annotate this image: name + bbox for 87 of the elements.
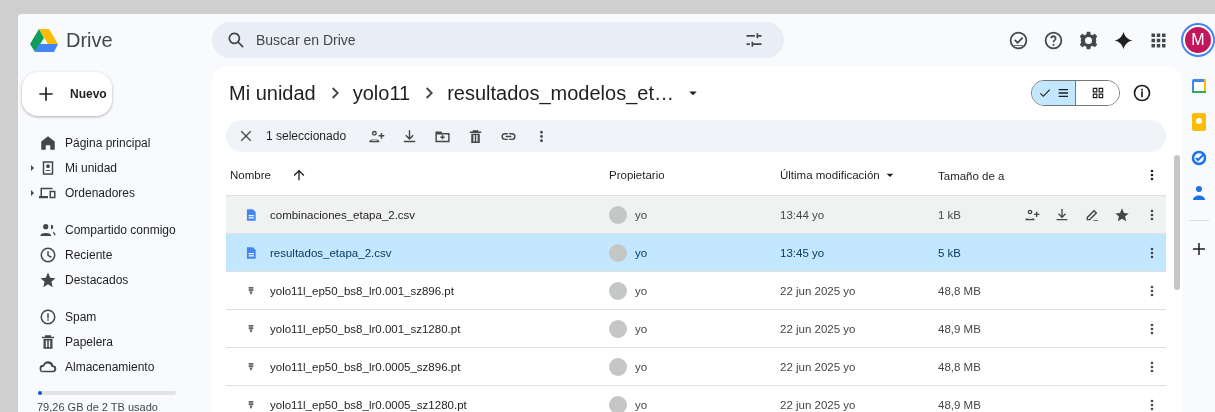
owner-name: yo (635, 398, 648, 411)
file-row[interactable]: yolo11l_ep50_bs8_lr0.0005_sz896.pt yo 22 jun 2025 yo 48,8 MB (226, 348, 1166, 386)
scrollbar[interactable] (1174, 155, 1180, 290)
sparkle-icon[interactable] (1113, 29, 1134, 51)
settings-icon[interactable] (1078, 29, 1099, 51)
plus-icon (36, 84, 56, 104)
breadcrumb-item[interactable]: resultados_modelos_et… (447, 81, 674, 105)
download-icon[interactable] (1054, 206, 1070, 223)
close-icon[interactable] (238, 128, 254, 144)
owner-avatar (609, 243, 627, 262)
nav-item[interactable]: Compartido conmigo (22, 217, 212, 242)
file-row[interactable]: resultados_etapa_2.csv yo 13:45 yo 5 kB (226, 234, 1166, 272)
breadcrumb-item[interactable]: Mi unidad (229, 81, 316, 105)
nav-item[interactable]: Spam (22, 304, 212, 329)
file-row[interactable]: yolo11l_ep50_bs8_lr0.001_sz1280.pt yo 22 jun 2025 yo 48,9 MB (226, 310, 1166, 348)
expand-icon[interactable] (31, 164, 34, 171)
grid-icon (1090, 86, 1105, 100)
info-icon[interactable] (1132, 83, 1152, 103)
storage-text: 79,26 GB de 2 TB usado (37, 401, 159, 412)
column-header[interactable]: Última modificación (780, 169, 880, 181)
new-button[interactable]: Nuevo (22, 72, 112, 116)
help-icon[interactable] (1043, 29, 1064, 51)
grid-view-toggle[interactable] (1075, 81, 1119, 105)
file-name: combinaciones_etapa_2.csv (270, 208, 416, 221)
owner-name: yo (635, 322, 648, 335)
file-name: yolo11l_ep50_bs8_lr0.0005_sz1280.pt (270, 398, 467, 411)
column-header[interactable]: Propietario (609, 169, 665, 181)
file-row[interactable]: yolo11l_ep50_bs8_lr0.0005_sz1280.pt yo 22 jun 2025 yo 48,9 MB (226, 386, 1166, 412)
owner-name: yo (635, 246, 648, 259)
modified-date: 22 jun 2025 yo (780, 322, 856, 335)
owner-avatar (609, 205, 627, 224)
list-view-toggle[interactable] (1032, 81, 1075, 105)
search-icon[interactable] (226, 30, 246, 50)
document-icon (244, 245, 258, 260)
file-size: 5 kB (938, 246, 961, 259)
column-header[interactable]: Tamaño de a (938, 170, 1005, 182)
nav-item[interactable]: Ordenadores (22, 180, 212, 205)
file-row[interactable]: yolo11l_ep50_bs8_lr0.001_sz896.pt yo 22 jun 2025 yo 48,8 MB (226, 272, 1166, 310)
expand-icon[interactable] (31, 189, 34, 196)
modified-date: 22 jun 2025 yo (780, 398, 856, 411)
filter-icon[interactable] (744, 30, 764, 50)
owner-avatar (609, 357, 627, 376)
nav-item[interactable]: Mi unidad (22, 155, 212, 180)
chevron-icon (331, 87, 339, 99)
file-row[interactable]: combinaciones_etapa_2.csv yo 13:44 yo 1 kB (226, 196, 1166, 234)
file-size: 1 kB (938, 208, 961, 221)
owner-avatar (609, 281, 627, 300)
owner-name: yo (635, 360, 648, 373)
selection-count: 1 seleccionado (266, 129, 347, 143)
owner-name: yo (635, 284, 648, 297)
owner-name: yo (635, 208, 648, 221)
file-size: 48,9 MB (938, 322, 981, 335)
file-size: 48,8 MB (938, 284, 981, 297)
calendar-icon[interactable] (1190, 78, 1207, 94)
trash-icon (39, 332, 57, 351)
file-name: yolo11l_ep50_bs8_lr0.001_sz896.pt (270, 284, 454, 297)
drive-logo-icon[interactable] (30, 27, 58, 53)
document-icon (244, 207, 258, 222)
modified-date: 22 jun 2025 yo (780, 360, 856, 373)
account-avatar[interactable]: M (1183, 25, 1213, 55)
check-icon (1037, 86, 1052, 100)
app-name: Drive (66, 28, 113, 52)
star-icon[interactable] (1114, 206, 1130, 223)
modified-date: 13:45 yo (780, 246, 825, 259)
nav-item[interactable]: Destacados (22, 267, 212, 292)
alert-icon (39, 307, 57, 326)
file-name: yolo11l_ep50_bs8_lr0.001_sz1280.pt (270, 322, 461, 335)
file-size: 48,8 MB (938, 360, 981, 373)
nav-item[interactable]: Reciente (22, 242, 212, 267)
contacts-icon[interactable] (1191, 185, 1206, 201)
modified-date: 22 jun 2025 yo (780, 284, 856, 297)
modified-date: 13:44 yo (780, 208, 825, 221)
file-name: resultados_etapa_2.csv (270, 246, 392, 259)
nav-item[interactable]: Papelera (22, 329, 212, 354)
file-name: yolo11l_ep50_bs8_lr0.0005_sz896.pt (270, 360, 461, 373)
chevron-icon (426, 87, 434, 99)
breadcrumb-item[interactable]: yolo11 (352, 81, 411, 105)
owner-avatar (609, 319, 627, 338)
clock-icon (39, 245, 57, 264)
file-size: 48,9 MB (938, 398, 981, 411)
owner-avatar (609, 395, 627, 412)
column-header[interactable]: Nombre (230, 169, 271, 181)
nav-item[interactable]: Página principal (22, 130, 212, 155)
tasks-icon[interactable] (1190, 150, 1207, 166)
search-field[interactable]: Buscar en Drive (212, 22, 784, 58)
nav-item[interactable]: Almacenamiento (22, 354, 212, 379)
status-icon[interactable] (1008, 29, 1029, 51)
